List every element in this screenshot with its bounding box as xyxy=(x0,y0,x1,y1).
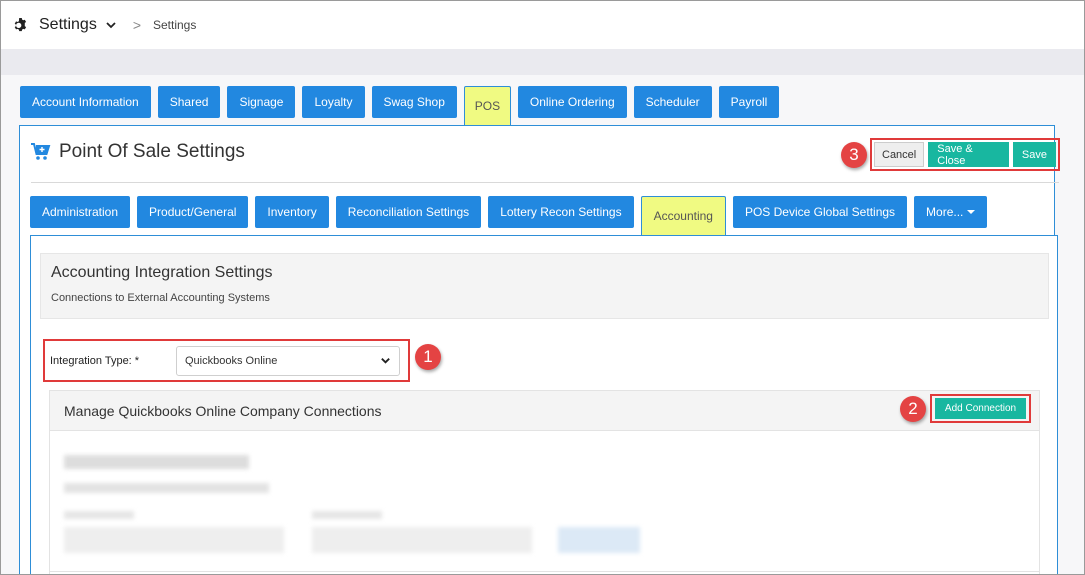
integration-type-select[interactable]: Quickbooks Online xyxy=(176,345,400,376)
cart-icon xyxy=(31,143,51,160)
subtab-product-general[interactable]: Product/General xyxy=(137,196,249,228)
add-connection-button[interactable]: Add Connection xyxy=(935,398,1026,419)
chevron-down-icon[interactable] xyxy=(105,19,117,31)
main-tabs: Account Information Shared Signage Loyal… xyxy=(20,86,786,125)
connections-header: Manage Quickbooks Online Company Connect… xyxy=(50,391,1039,431)
gear-icon[interactable] xyxy=(13,17,29,33)
app-window: Settings > Settings Account Information … xyxy=(0,0,1085,575)
top-bar: Settings > Settings xyxy=(1,1,1084,49)
redacted-label xyxy=(64,511,134,519)
tab-account-information[interactable]: Account Information xyxy=(20,86,151,118)
tab-signage[interactable]: Signage xyxy=(227,86,296,118)
pos-settings-title: Point Of Sale Settings xyxy=(59,141,245,162)
divider xyxy=(31,182,1059,183)
connections-card: Manage Quickbooks Online Company Connect… xyxy=(49,390,1040,574)
section-subtitle: Connections to External Accounting Syste… xyxy=(51,292,270,304)
pos-header: Point Of Sale Settings xyxy=(31,141,245,163)
accounting-section-header: Accounting Integration Settings Connecti… xyxy=(40,253,1049,319)
integration-type-label: Integration Type: * xyxy=(50,354,140,367)
subtab-reconciliation-settings[interactable]: Reconciliation Settings xyxy=(335,196,482,228)
subtab-pos-device-global-settings[interactable]: POS Device Global Settings xyxy=(732,196,908,228)
breadcrumb-separator: > xyxy=(132,17,141,33)
caret-down-icon xyxy=(967,210,976,214)
subtab-inventory[interactable]: Inventory xyxy=(255,196,329,228)
subtab-administration[interactable]: Administration xyxy=(30,196,131,228)
tab-pos[interactable]: POS xyxy=(463,86,511,125)
breadcrumb[interactable]: Settings xyxy=(153,18,196,32)
redacted-label xyxy=(312,511,382,519)
save-close-button[interactable]: Save & Close xyxy=(928,142,1009,167)
tab-shared[interactable]: Shared xyxy=(157,86,221,118)
tab-loyalty[interactable]: Loyalty xyxy=(302,86,365,118)
subtab-more[interactable]: More... xyxy=(914,196,988,228)
more-label: More... xyxy=(926,205,964,219)
cancel-button[interactable]: Cancel xyxy=(874,142,925,167)
tab-payroll[interactable]: Payroll xyxy=(718,86,780,118)
integration-type-value: Quickbooks Online xyxy=(185,354,278,367)
header-band xyxy=(1,49,1084,75)
save-button[interactable]: Save xyxy=(1012,142,1056,167)
tab-scheduler[interactable]: Scheduler xyxy=(633,86,712,118)
sub-tabs: Administration Product/General Inventory… xyxy=(30,196,994,235)
subtab-lottery-recon-settings[interactable]: Lottery Recon Settings xyxy=(488,196,634,228)
callout-2: 2 xyxy=(900,396,926,422)
add-connection-highlight: Add Connection xyxy=(930,394,1031,423)
subtab-accounting[interactable]: Accounting xyxy=(640,196,726,235)
chevron-down-icon xyxy=(381,358,390,364)
redacted-field xyxy=(64,527,284,553)
action-buttons: Cancel Save & Close Save xyxy=(870,138,1060,171)
redacted-company-name xyxy=(64,455,249,469)
tab-online-ordering[interactable]: Online Ordering xyxy=(517,86,627,118)
integration-type-field: Integration Type: * Quickbooks Online xyxy=(43,339,410,382)
divider xyxy=(50,571,1039,572)
redacted-company-id xyxy=(64,483,269,493)
tab-swag-shop[interactable]: Swag Shop xyxy=(371,86,457,118)
page-title: Settings xyxy=(39,16,97,33)
callout-1: 1 xyxy=(415,344,441,370)
redacted-field xyxy=(312,527,532,553)
redacted-button xyxy=(558,527,640,553)
callout-3: 3 xyxy=(841,142,867,168)
section-title: Accounting Integration Settings xyxy=(51,264,273,281)
